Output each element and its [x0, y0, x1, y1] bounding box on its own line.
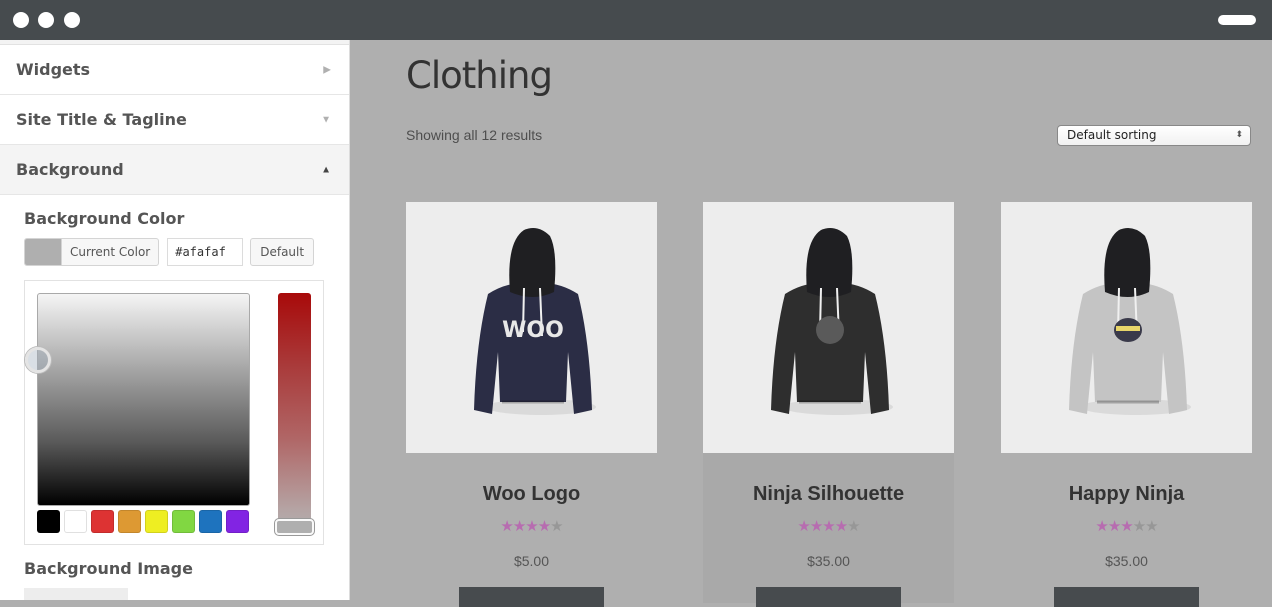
star-filled-icon: ★ [1095, 518, 1108, 535]
star-empty-icon: ★ [550, 518, 563, 535]
sort-selected-value: Default sorting [1067, 128, 1157, 142]
default-color-button[interactable]: Default [250, 238, 315, 266]
hoodie-hood [806, 228, 853, 297]
palette-swatch-purple[interactable] [226, 510, 249, 533]
section-label: Widgets [16, 60, 91, 79]
hoodie-image [771, 228, 893, 415]
hoodie-hood [509, 228, 556, 297]
star-filled-icon: ★ [512, 518, 526, 535]
product-price: $35.00 [1105, 553, 1148, 569]
hoodie-body [474, 283, 592, 414]
star-filled-icon: ★ [834, 518, 848, 535]
ninja-print [816, 316, 844, 344]
product-name[interactable]: Happy Ninja [1001, 483, 1252, 506]
star-filled-icon: ★ [1107, 518, 1121, 535]
add-to-cart-button[interactable] [1054, 587, 1199, 607]
star-filled-icon: ★ [1120, 518, 1133, 535]
hoodie-image [1069, 228, 1191, 415]
background-image-heading: Background Image [24, 559, 193, 578]
select-image-button[interactable] [24, 588, 128, 600]
menu-pill-icon[interactable] [1218, 15, 1256, 25]
section-widgets[interactable]: Widgets ▶ [0, 45, 349, 95]
hoodie-image: WOO [474, 228, 596, 415]
color-picker-handle[interactable] [25, 347, 51, 373]
product-card[interactable]: Ninja Silhouette ★★★★★ $35.00 [703, 202, 954, 607]
background-color-heading: Background Color [24, 209, 185, 228]
palette-swatch-red[interactable] [91, 510, 114, 533]
product-name[interactable]: Ninja Silhouette [703, 483, 954, 506]
section-label: Background [16, 160, 124, 179]
product-image[interactable] [703, 202, 954, 453]
hoodie-body [771, 283, 889, 414]
window-maximize-button[interactable] [64, 12, 80, 28]
star-filled-icon: ★ [525, 518, 538, 535]
shop-preview: Clothing Showing all 12 results Default … [351, 40, 1272, 607]
star-filled-icon: ★ [809, 518, 823, 535]
product-price: $35.00 [807, 553, 850, 569]
hue-slider-handle[interactable] [275, 519, 314, 535]
palette-swatch-white[interactable] [64, 510, 87, 533]
product-name[interactable]: Woo Logo [406, 483, 657, 506]
window-close-button[interactable] [13, 12, 29, 28]
star-filled-icon: ★ [537, 518, 551, 535]
hex-color-input[interactable] [167, 238, 244, 266]
sort-dropdown[interactable]: Default sorting ⬍ [1057, 125, 1251, 146]
result-count: Showing all 12 results [406, 127, 543, 143]
chevron-right-icon: ▶ [323, 64, 331, 75]
palette-swatch-black[interactable] [37, 510, 60, 533]
star-empty-icon: ★ [847, 518, 860, 535]
product-image[interactable] [1001, 202, 1252, 453]
section-background[interactable]: Background ▲ [0, 145, 349, 195]
hue-slider[interactable] [278, 293, 311, 533]
star-rating: ★★★★★ [406, 518, 657, 536]
color-palette [37, 510, 253, 533]
add-to-cart-button[interactable] [756, 587, 901, 607]
product-image[interactable]: WOO [406, 202, 657, 453]
palette-swatch-blue[interactable] [199, 510, 222, 533]
star-filled-icon: ★ [797, 518, 810, 535]
saturation-value-area[interactable] [37, 293, 250, 506]
ninja-print-band [1116, 326, 1140, 331]
window-minimize-button[interactable] [38, 12, 54, 28]
color-controls: Current Color Default [24, 238, 325, 266]
product-price: $5.00 [513, 553, 550, 569]
current-color-swatch [25, 239, 61, 265]
product-card[interactable]: Happy Ninja ★★★★★ $35.00 [1001, 202, 1252, 607]
color-picker [24, 280, 324, 545]
star-empty-icon: ★ [1145, 518, 1158, 535]
star-rating: ★★★★★ [1001, 518, 1252, 536]
chevron-up-icon: ▲ [321, 164, 331, 175]
star-filled-icon: ★ [500, 518, 513, 535]
background-panel: Background Color Current Color Default [0, 195, 349, 600]
star-rating: ★★★★★ [703, 518, 954, 536]
palette-swatch-orange[interactable] [118, 510, 141, 533]
chevron-down-icon: ▼ [321, 114, 331, 125]
hoodie-body [1069, 283, 1187, 414]
hoodie-print-text: WOO [502, 318, 564, 343]
section-label: Site Title & Tagline [16, 110, 187, 129]
palette-swatch-yellow[interactable] [145, 510, 168, 533]
star-filled-icon: ★ [822, 518, 835, 535]
page-title: Clothing [406, 54, 553, 97]
star-empty-icon: ★ [1132, 518, 1146, 535]
select-arrows-icon: ⬍ [1235, 130, 1243, 140]
current-color-button[interactable]: Current Color [24, 238, 160, 266]
hoodie-hood [1104, 228, 1151, 297]
customizer-sidebar: Widgets ▶ Site Title & Tagline ▼ Backgro… [0, 40, 350, 600]
section-site-title-tagline[interactable]: Site Title & Tagline ▼ [0, 95, 349, 145]
current-color-label: Current Color [61, 239, 158, 265]
window-titlebar [0, 0, 1272, 40]
add-to-cart-button[interactable] [459, 587, 604, 607]
palette-swatch-green[interactable] [172, 510, 195, 533]
product-card[interactable]: WOO Woo Logo ★★★★★ $5.00 [406, 202, 657, 607]
